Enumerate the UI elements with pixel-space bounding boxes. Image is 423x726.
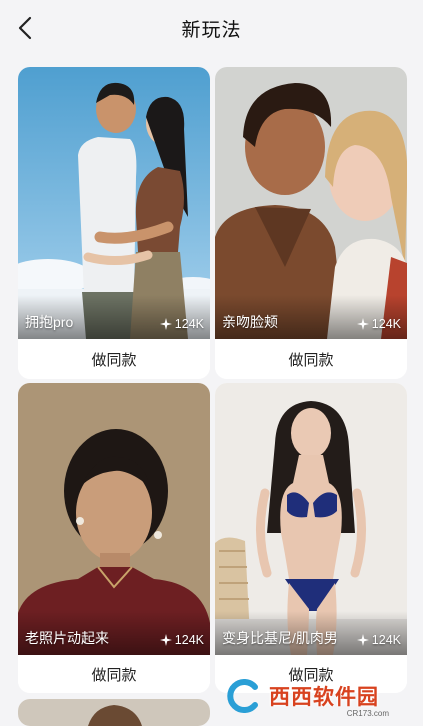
usage-count: 124K: [356, 633, 401, 647]
make-same-button[interactable]: 做同款: [215, 339, 407, 379]
usage-count: 124K: [356, 317, 401, 331]
make-same-button[interactable]: 做同款: [18, 655, 210, 693]
watermark-logo-icon: [227, 679, 258, 713]
watermark-text: 西西软件园: [269, 686, 379, 709]
top-bar: 新玩法: [0, 0, 423, 54]
effects-grid: 拥抱pro 124K 做同款 亲吻脸颊 124K 做同款 老照片动起来 124K…: [0, 54, 423, 726]
effect-thumbnail: 变身比基尼/肌肉男 124K: [215, 383, 407, 655]
sparkle-icon: [159, 318, 172, 330]
effect-card[interactable]: 老照片动起来 124K 做同款: [18, 383, 210, 693]
effect-thumbnail: 老照片动起来 124K: [18, 383, 210, 655]
effect-card[interactable]: 拥抱pro 124K 做同款: [18, 67, 210, 379]
usage-count-value: 124K: [371, 633, 401, 647]
sparkle-icon: [356, 318, 369, 330]
watermark-url: CR173.com: [346, 709, 389, 718]
usage-count-value: 124K: [371, 317, 401, 331]
effect-card[interactable]: [18, 699, 210, 726]
page-title: 新玩法: [181, 20, 242, 41]
effect-name: 拥抱pro: [25, 314, 74, 330]
usage-count: 124K: [159, 317, 204, 331]
usage-count-value: 124K: [174, 317, 204, 331]
watermark: 西西软件园 CR173.com: [225, 676, 403, 718]
make-same-button[interactable]: 做同款: [18, 339, 210, 379]
sparkle-icon: [159, 634, 172, 646]
effect-name: 亲吻脸颊: [222, 314, 278, 330]
effect-thumbnail: 亲吻脸颊 124K: [215, 67, 407, 339]
effect-name: 老照片动起来: [25, 630, 109, 646]
effect-thumbnail: 拥抱pro 124K: [18, 67, 210, 339]
effect-card[interactable]: 变身比基尼/肌肉男 124K 做同款: [215, 383, 407, 693]
effect-name: 变身比基尼/肌肉男: [222, 630, 338, 646]
effect-card[interactable]: 亲吻脸颊 124K 做同款: [215, 67, 407, 379]
usage-count: 124K: [159, 633, 204, 647]
effect-thumbnail: [18, 699, 210, 726]
sparkle-icon: [356, 634, 369, 646]
usage-count-value: 124K: [174, 633, 204, 647]
